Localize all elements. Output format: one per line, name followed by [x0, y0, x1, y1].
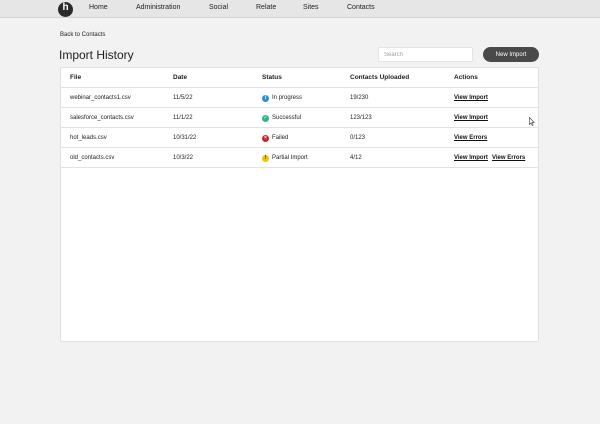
status-badge: i In progress: [262, 88, 302, 108]
table-row: old_contacts.csv 10/3/22 ! Partial Impor…: [61, 148, 538, 168]
warning-icon: !: [262, 154, 269, 162]
page-title: Import History: [59, 48, 134, 62]
view-import-link[interactable]: View Import: [454, 88, 488, 108]
check-icon: ✓: [262, 114, 269, 122]
import-history-table: File Date Status Contacts Uploaded Actio…: [60, 67, 539, 342]
status-text: Successful: [272, 115, 302, 121]
new-import-button[interactable]: New Import: [483, 47, 539, 62]
nav-item-home[interactable]: Home: [89, 4, 108, 11]
mouse-cursor-icon: [529, 117, 535, 126]
status-text: In progress: [272, 95, 303, 101]
status-badge: ✓ Successful: [262, 108, 301, 128]
column-header-file: File: [70, 74, 82, 81]
info-icon: i: [262, 94, 269, 102]
column-header-date: Date: [173, 74, 188, 81]
column-header-contacts-uploaded: Contacts Uploaded: [350, 74, 410, 81]
contacts-uploaded: 19/230: [350, 95, 369, 101]
status-text: Failed: [272, 135, 289, 141]
nav-item-social[interactable]: Social: [209, 4, 228, 11]
contacts-uploaded: 4/12: [350, 155, 362, 161]
column-header-status: Status: [262, 74, 282, 81]
search-input[interactable]: [378, 47, 473, 62]
nav-item-sites[interactable]: Sites: [303, 4, 319, 11]
top-navigation: h Home Administration Social Relate Site…: [0, 0, 600, 18]
status-badge: × Failed: [262, 128, 288, 148]
table-row: webinar_contacts1.csv 11/5/22 i In progr…: [61, 88, 538, 108]
import-date: 10/31/22: [173, 135, 197, 141]
logo-letter: h: [62, 2, 69, 13]
column-header-actions: Actions: [454, 74, 478, 81]
contacts-uploaded: 0/123: [350, 135, 366, 141]
file-name: hot_leads.csv: [70, 135, 107, 141]
import-date: 11/5/22: [173, 95, 193, 101]
file-name: salesforce_contacts.csv: [70, 115, 134, 121]
table-row: hot_leads.csv 10/31/22 × Failed 0/123 Vi…: [61, 128, 538, 148]
view-errors-link[interactable]: View Errors: [454, 128, 487, 148]
import-date: 10/3/22: [173, 155, 194, 161]
view-import-link[interactable]: View Import: [454, 148, 488, 168]
contacts-uploaded: 123/123: [350, 115, 372, 121]
error-icon: ×: [262, 134, 269, 142]
file-name: old_contacts.csv: [70, 155, 115, 161]
nav-item-relate[interactable]: Relate: [256, 4, 276, 11]
table-header-row: File Date Status Contacts Uploaded Actio…: [61, 68, 538, 88]
nav-item-administration[interactable]: Administration: [136, 4, 180, 11]
nav-item-contacts[interactable]: Contacts: [347, 4, 375, 11]
view-import-link[interactable]: View Import: [454, 108, 488, 128]
status-text: Partial Import: [272, 155, 308, 161]
import-date: 11/1/22: [173, 115, 193, 121]
status-badge: ! Partial Import: [262, 148, 308, 168]
logo[interactable]: h: [58, 2, 73, 17]
file-name: webinar_contacts1.csv: [70, 95, 131, 101]
view-errors-link[interactable]: View Errors: [492, 148, 525, 168]
table-row: salesforce_contacts.csv 11/1/22 ✓ Succes…: [61, 108, 538, 128]
back-to-contacts-link[interactable]: Back to Contacts: [60, 32, 105, 38]
